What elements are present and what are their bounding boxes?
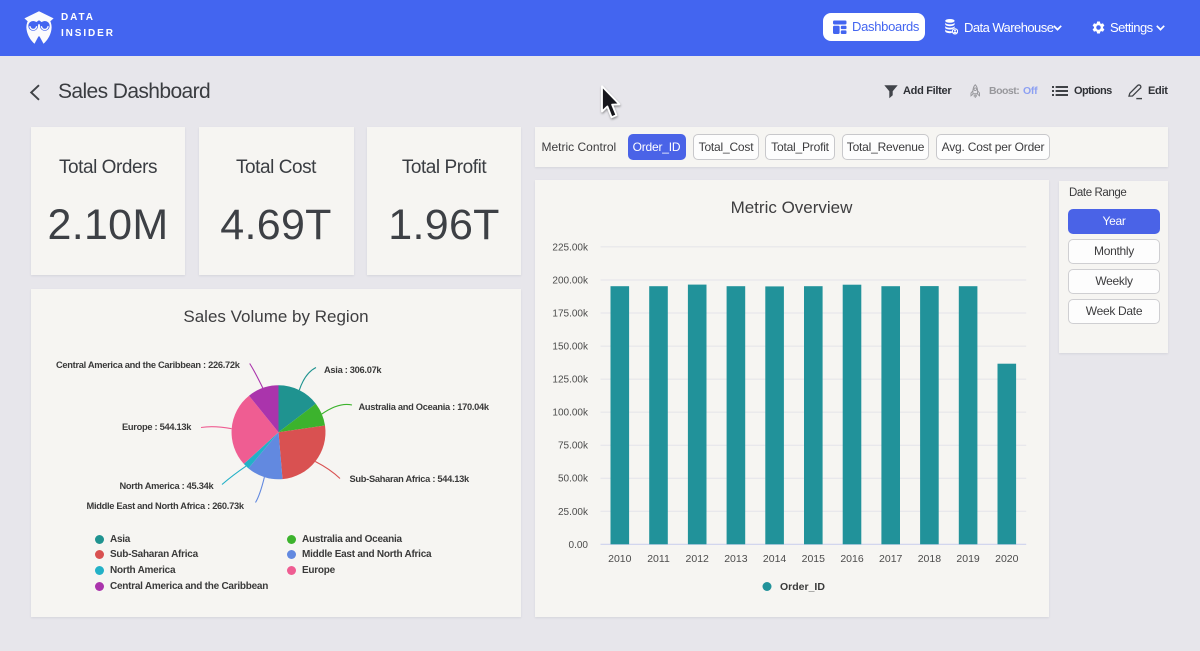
svg-text:2020: 2020 [995,553,1019,565]
svg-text:200.00k: 200.00k [552,276,589,287]
svg-text:2019: 2019 [956,553,980,565]
svg-text:75.00k: 75.00k [557,441,588,452]
svg-text:2014: 2014 [762,553,786,565]
svg-text:2017: 2017 [879,553,903,565]
svg-text:0.00: 0.00 [568,540,588,551]
svg-text:225.00k: 225.00k [552,242,589,253]
svg-text:2010: 2010 [608,553,632,565]
svg-text:2018: 2018 [917,553,941,565]
svg-text:2012: 2012 [685,553,709,565]
svg-text:175.00k: 175.00k [552,309,589,320]
svg-text:2013: 2013 [724,553,748,565]
svg-text:2016: 2016 [840,553,864,565]
svg-text:2015: 2015 [801,553,825,565]
svg-text:125.00k: 125.00k [552,375,589,386]
svg-text:Order_ID: Order_ID [780,581,825,593]
svg-text:100.00k: 100.00k [552,408,589,419]
svg-text:150.00k: 150.00k [552,342,589,353]
svg-text:25.00k: 25.00k [557,507,588,518]
svg-text:2011: 2011 [647,553,670,565]
svg-text:50.00k: 50.00k [557,474,588,485]
